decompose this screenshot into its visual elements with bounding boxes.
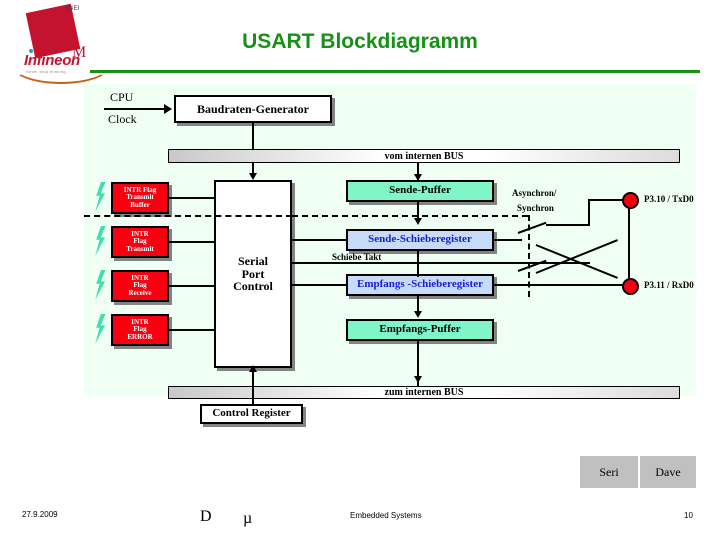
control-register-wire: [252, 386, 254, 404]
intr-flag-error-block[interactable]: INTR Flag ERROR: [111, 314, 169, 346]
serial-port-control-line-1: Serial: [238, 254, 268, 269]
empfangs-shift-to-puffer-arrowhead: [414, 311, 422, 318]
spc-to-empfangs-shift-wire: [292, 284, 348, 286]
intr-flag-2-line-3: Transmit: [126, 244, 154, 253]
mode-label-line2: Synchron: [517, 203, 554, 213]
spc-to-sende-shift-wire: [292, 239, 348, 241]
footer-page-number: 10: [684, 511, 693, 520]
logo-tiny-mark: 04EI: [66, 6, 80, 12]
cpu-clock-label-line2: Clock: [108, 112, 137, 126]
logo-tagline: Never stop thinking: [26, 69, 66, 74]
footer-glyph-d: D: [200, 508, 212, 525]
sende-puffer-block[interactable]: Sende-Puffer: [346, 180, 494, 202]
baud-to-bus-wire: [252, 123, 254, 149]
control-register-label: Control Register: [212, 407, 291, 420]
sendepuffer-to-shift-arrowhead: [414, 218, 422, 225]
empfangs-puffer-label: Empfangs-Puffer: [379, 323, 461, 336]
crossover-wire-b: [535, 239, 618, 274]
tx-switch-arm[interactable]: [517, 221, 547, 234]
intr-flag-3-wire: [169, 285, 216, 287]
mode-control-dashed-right: [292, 215, 528, 217]
cpu-clock-wire: [104, 108, 166, 110]
interrupt-bolt-icon-2: [95, 226, 106, 256]
intr-flag-2-wire: [169, 241, 216, 243]
sende-puffer-label: Sende-Puffer: [389, 184, 451, 197]
intr-flag-receive-block[interactable]: INTR Flag Receive: [111, 270, 169, 302]
tab-dave-label: Dave: [655, 464, 681, 479]
interrupt-bolt-icon-3: [95, 270, 106, 300]
baudraten-generator-label: Baudraten-Generator: [197, 101, 309, 116]
footer-glyph-mu: µ: [243, 510, 253, 527]
control-register-block[interactable]: Control Register: [200, 404, 303, 424]
spc-top-arrowhead: [249, 173, 257, 180]
pin-txd0-label: P3.10 / TxD0: [644, 194, 694, 204]
footer-course: Embedded Systems: [350, 511, 422, 520]
shift-clock-tap-wire: [417, 251, 419, 277]
rx-pin-wire: [494, 284, 630, 286]
empfangs-puffer-block[interactable]: Empfangs-Puffer: [346, 319, 494, 341]
tx-switch-in-wire: [494, 239, 522, 241]
cpu-clock-label-line1: CPU: [110, 90, 134, 104]
intr-flag-transmit-buffer-block[interactable]: INTR Flag Transmit Buffer: [111, 182, 169, 214]
spc-bottom-arrowhead: [249, 365, 257, 372]
intr-flag-3-line-3: Receive: [128, 288, 152, 297]
tab-dave[interactable]: Dave: [640, 456, 696, 488]
shift-clock-bus-wire: [292, 262, 548, 264]
shift-clock-label: Schiebe Takt: [332, 252, 382, 262]
mode-label-line1: Asynchron/: [512, 188, 557, 198]
intr-flag-transmit-block[interactable]: INTR Flag Transmit: [111, 226, 169, 258]
tx-switch-out-wire: [546, 224, 590, 226]
intr-flag-1-line-3: Buffer: [130, 200, 150, 209]
tab-seri-label: Seri: [599, 464, 619, 479]
internal-bus-out: zum internen BUS: [168, 386, 680, 399]
title-divider: [90, 70, 700, 73]
internal-bus-in-label: vom internen BUS: [384, 150, 464, 162]
tab-seri[interactable]: Seri: [580, 456, 638, 488]
internal-bus-in: vom internen BUS: [168, 149, 680, 163]
intr-flag-4-wire: [169, 329, 216, 331]
pin-rxd0-label: P3.11 / RxD0: [644, 280, 694, 290]
page-title: USART Blockdiagramm: [242, 30, 478, 53]
intr-flag-4-line-3: ERROR: [127, 332, 153, 341]
logo-wordmark: Infineon: [24, 52, 80, 69]
cpu-clock-arrowhead: [164, 104, 172, 114]
footer-date: 27.9.2009: [22, 510, 58, 519]
slide-root: 04EI M Infineon Never stop thinking USAR…: [0, 0, 720, 540]
serial-port-control-line-3: Control: [233, 279, 273, 294]
pin-txd0-dot[interactable]: [622, 192, 639, 209]
pin-rxd0-dot[interactable]: [622, 278, 639, 295]
sende-schieberegister-label: Sende-Schieberegister: [368, 233, 472, 246]
empfangs-schieberegister-label: Empfangs -Schieberegister: [357, 278, 483, 291]
tx-to-pin-riser: [588, 199, 590, 226]
intr-flag-1-wire: [169, 197, 216, 199]
internal-bus-out-label: zum internen BUS: [384, 387, 464, 398]
sende-schieberegister-block[interactable]: Sende-Schieberegister: [346, 229, 494, 251]
empfangs-schieberegister-block[interactable]: Empfangs -Schieberegister: [346, 274, 494, 296]
interrupt-bolt-icon-4: [95, 314, 106, 344]
bus-out-arrowhead: [414, 376, 422, 383]
baudraten-generator-block[interactable]: Baudraten-Generator: [174, 95, 332, 123]
serial-port-control-block[interactable]: Serial Port Control: [214, 180, 292, 368]
interrupt-bolt-icon-1: [95, 182, 106, 212]
usart-block-diagram: CPU Clock Baudraten-Generator vom intern…: [84, 84, 696, 424]
mode-control-dashed-left: [84, 215, 292, 217]
